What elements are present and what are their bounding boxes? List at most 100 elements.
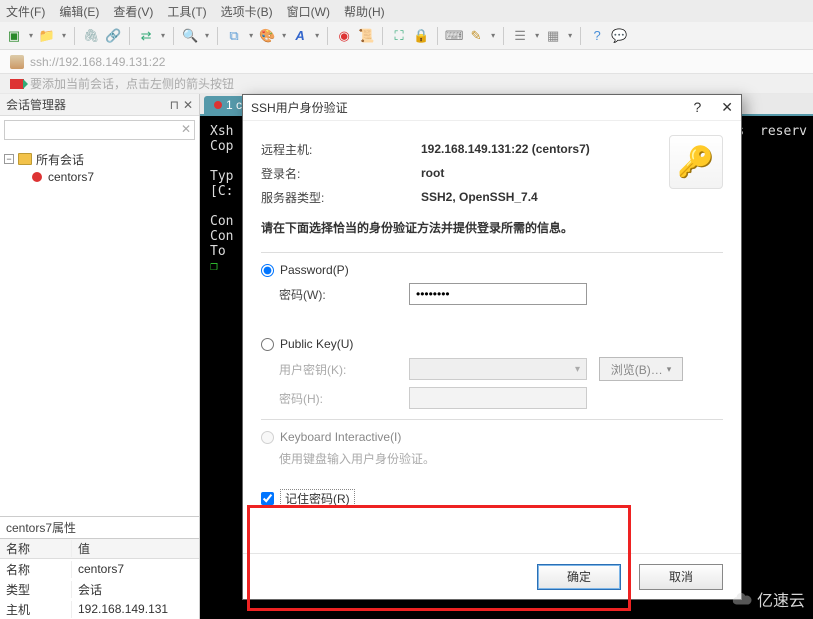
menu-window[interactable]: 窗口(W) bbox=[287, 3, 330, 20]
properties-session-name: centors7 bbox=[6, 521, 52, 535]
session-manager-title: 会话管理器 bbox=[6, 96, 66, 113]
flag-icon bbox=[10, 79, 24, 89]
properties-col-name: 名称 bbox=[0, 540, 72, 557]
hint-bar: 要添加当前会话，点击左侧的箭头按钮 bbox=[0, 74, 813, 94]
chat-icon[interactable]: 💬 bbox=[611, 28, 627, 44]
properties-header: centors7属性 bbox=[0, 516, 199, 538]
remote-host-value: 192.168.149.131:22 (centors7) bbox=[421, 142, 590, 156]
remember-password-label[interactable]: 记住密码(R) bbox=[280, 489, 355, 508]
highlight-icon[interactable]: ✎ bbox=[468, 28, 484, 44]
dialog-titlebar: SSH用户身份验证 ? ✕ bbox=[243, 95, 741, 121]
auth-keyboard-radio bbox=[261, 431, 274, 444]
list-icon[interactable]: ☰ bbox=[512, 28, 528, 44]
password-input[interactable] bbox=[409, 283, 587, 305]
remember-password-checkbox[interactable] bbox=[261, 492, 274, 505]
help-icon[interactable]: ? bbox=[589, 28, 605, 44]
login-value: root bbox=[421, 166, 444, 180]
menu-tabs[interactable]: 选项卡(B) bbox=[221, 3, 273, 20]
pin-icon[interactable]: ⊓ bbox=[170, 98, 179, 112]
property-key: 名称 bbox=[0, 561, 72, 578]
transfer-icon[interactable]: ⇄ bbox=[138, 28, 154, 44]
menu-view[interactable]: 查看(V) bbox=[113, 3, 153, 20]
property-row: 类型 会话 bbox=[0, 579, 199, 599]
terminal-right-text: s reserv bbox=[737, 124, 807, 139]
tab-label: 1 c bbox=[226, 98, 242, 112]
copy-icon[interactable]: ⧉ bbox=[226, 28, 242, 44]
chevron-down-icon: ▾ bbox=[575, 364, 580, 375]
browse-button: 浏览(B)…▾ bbox=[599, 357, 683, 381]
properties-table: 名称 值 名称 centors7 类型 会话 主机 192.168.149.13… bbox=[0, 538, 199, 619]
tree-root-label: 所有会话 bbox=[36, 151, 84, 168]
palette-icon[interactable]: 🎨 bbox=[259, 28, 275, 44]
menu-help[interactable]: 帮助(H) bbox=[344, 3, 385, 20]
session-dot-icon bbox=[32, 172, 42, 182]
auth-password-radio[interactable] bbox=[261, 264, 274, 277]
dialog-title: SSH用户身份验证 bbox=[251, 99, 348, 116]
search-icon[interactable]: 🔍 bbox=[182, 28, 198, 44]
fullscreen-icon[interactable]: ⛶ bbox=[391, 28, 407, 44]
userkey-label: 用户密钥(K): bbox=[279, 361, 409, 378]
left-panel: 会话管理器 ⊓ ✕ ✕ − 所有会话 centors7 centors7属性 bbox=[0, 94, 200, 619]
passphrase-label: 密码(H): bbox=[279, 390, 409, 407]
server-type-value: SSH2, OpenSSH_7.4 bbox=[421, 190, 538, 204]
ssh-auth-dialog: SSH用户身份验证 ? ✕ 🔑 远程主机: 192.168.149.131:22… bbox=[242, 94, 742, 600]
properties-title-suffix: 属性 bbox=[52, 519, 76, 536]
cancel-button[interactable]: 取消 bbox=[639, 564, 723, 590]
keyboard-icon[interactable]: ⌨ bbox=[446, 28, 462, 44]
watermark-text: 亿速云 bbox=[757, 587, 805, 611]
userkey-select: ▾ bbox=[409, 358, 587, 380]
keyboard-desc: 使用键盘输入用户身份验证。 bbox=[279, 450, 435, 467]
hint-text: 要添加当前会话，点击左侧的箭头按钮 bbox=[30, 75, 234, 92]
auth-publickey-label: Public Key(U) bbox=[280, 337, 353, 351]
record-icon[interactable]: ◉ bbox=[336, 28, 352, 44]
session-manager-header: 会话管理器 ⊓ ✕ bbox=[0, 94, 199, 116]
tree-root-row[interactable]: − 所有会话 bbox=[4, 150, 195, 168]
address-bar: ssh://192.168.149.131:22 bbox=[0, 50, 813, 74]
tree-item[interactable]: centors7 bbox=[4, 168, 195, 186]
properties-col-value: 值 bbox=[72, 540, 199, 557]
folder-icon bbox=[18, 153, 32, 165]
cloud-icon bbox=[731, 588, 753, 610]
property-row: 名称 centors7 bbox=[0, 559, 199, 579]
divider bbox=[261, 419, 723, 420]
new-session-icon[interactable]: ▣ bbox=[6, 28, 22, 44]
reconnect-icon[interactable]: 🔗 bbox=[105, 28, 121, 44]
dialog-help-icon[interactable]: ? bbox=[693, 99, 701, 116]
session-filter-input[interactable]: ✕ bbox=[4, 120, 195, 140]
close-panel-icon[interactable]: ✕ bbox=[183, 98, 193, 112]
property-key: 主机 bbox=[0, 601, 72, 618]
tile-icon[interactable]: ▦ bbox=[545, 28, 561, 44]
passphrase-input bbox=[409, 387, 587, 409]
auth-publickey-radio[interactable] bbox=[261, 338, 274, 351]
login-label: 登录名: bbox=[261, 165, 421, 182]
session-dot-icon bbox=[214, 101, 222, 109]
menu-bar: 文件(F) 编辑(E) 查看(V) 工具(T) 选项卡(B) 窗口(W) 帮助(… bbox=[0, 0, 813, 22]
property-key: 类型 bbox=[0, 581, 72, 598]
open-icon[interactable]: 📁 bbox=[39, 28, 55, 44]
auth-password-label: Password(P) bbox=[280, 263, 349, 277]
server-type-label: 服务器类型: bbox=[261, 189, 421, 206]
address-text[interactable]: ssh://192.168.149.131:22 bbox=[30, 55, 165, 69]
menu-edit[interactable]: 编辑(E) bbox=[59, 3, 99, 20]
lock-icon[interactable]: 🔒 bbox=[413, 28, 429, 44]
padlock-icon bbox=[10, 55, 24, 69]
property-value: centors7 bbox=[72, 562, 199, 576]
property-value: 192.168.149.131 bbox=[72, 602, 199, 616]
font-icon[interactable]: A bbox=[292, 28, 308, 44]
collapse-icon[interactable]: − bbox=[4, 154, 14, 164]
script-icon[interactable]: 📜 bbox=[358, 28, 374, 44]
dialog-close-icon[interactable]: ✕ bbox=[721, 99, 733, 116]
link-icon[interactable]: 🖇 bbox=[83, 28, 99, 44]
password-field-label: 密码(W): bbox=[279, 286, 409, 303]
tree-item-label: centors7 bbox=[48, 170, 94, 184]
clear-filter-icon[interactable]: ✕ bbox=[181, 122, 191, 136]
remote-host-label: 远程主机: bbox=[261, 141, 421, 158]
property-value: 会话 bbox=[72, 581, 199, 598]
property-row: 主机 192.168.149.131 bbox=[0, 599, 199, 619]
menu-tools[interactable]: 工具(T) bbox=[167, 3, 206, 20]
divider bbox=[261, 252, 723, 253]
menu-file[interactable]: 文件(F) bbox=[6, 3, 45, 20]
auth-keyboard-label: Keyboard Interactive(I) bbox=[280, 430, 401, 444]
ok-button[interactable]: 确定 bbox=[537, 564, 621, 590]
watermark: 亿速云 bbox=[731, 587, 805, 611]
